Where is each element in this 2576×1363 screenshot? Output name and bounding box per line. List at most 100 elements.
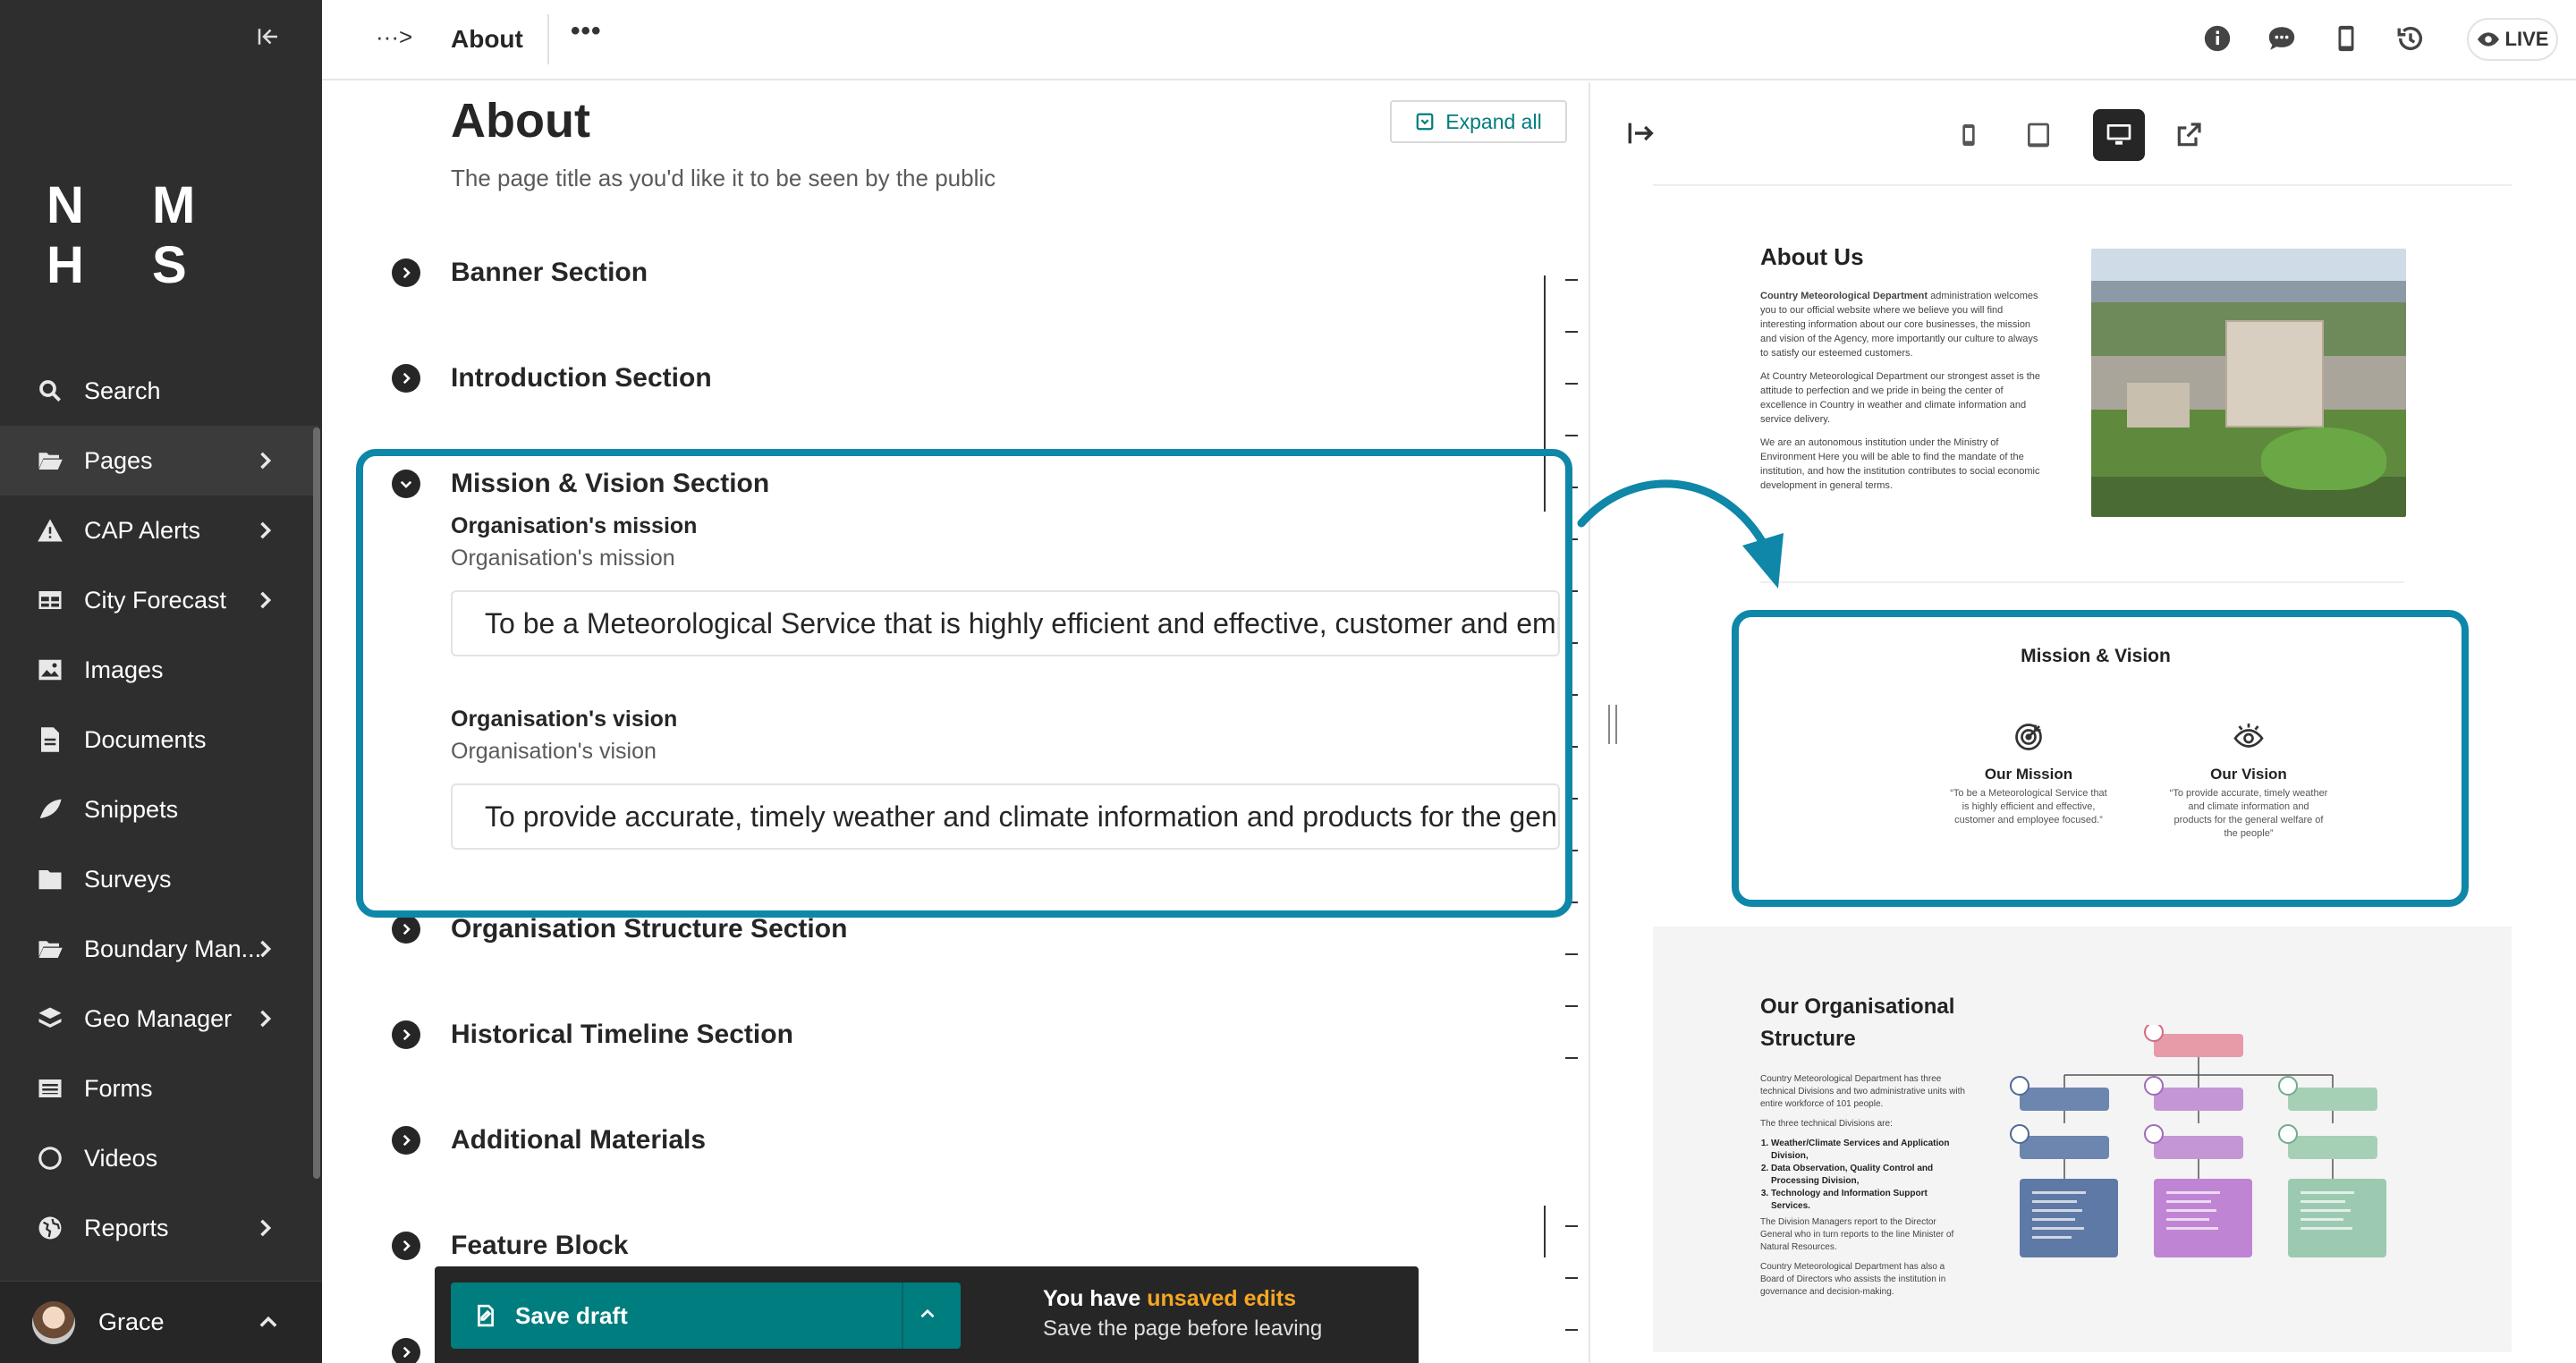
preview-org-block: Our Organisational Structure Country Met… [1653,927,2512,1352]
history-icon[interactable] [2395,23,2428,55]
sidebar-item-images[interactable]: Images [0,635,318,705]
folder-icon [36,865,64,893]
preview-mv-heading: Mission & Vision [2021,646,2171,666]
preview-divider [1760,581,2404,583]
section-mission-vision[interactable]: Mission & Vision Section [392,469,769,499]
tablet-size-icon[interactable] [2012,109,2064,161]
minimap-tick [1565,694,1578,696]
section-organisation-structure[interactable]: Organisation Structure Section [392,914,847,944]
account-menu[interactable]: Grace [0,1281,322,1363]
expand-section-icon[interactable] [392,915,420,944]
preview-about-p1: Country Meteorological Department admini… [1760,289,2046,360]
resize-handle[interactable] [1608,705,1617,744]
sidebar-item-videos[interactable]: Videos [0,1123,318,1193]
sidebar-item-label: Pages [84,446,153,474]
list-icon [36,1074,64,1103]
open-external-icon[interactable] [2163,109,2215,161]
target-icon [2012,721,2045,753]
sidebar-item-snippets[interactable]: Snippets [0,775,318,844]
sidebar-item-reports[interactable]: Reports [0,1193,318,1263]
more-actions-button[interactable]: ••• [571,16,602,47]
mobile-preview-icon[interactable] [2331,23,2363,55]
sidebar-item-surveys[interactable]: Surveys [0,844,318,914]
org-p3: The Division Managers report to the Dire… [1760,1217,1954,1252]
unsaved-prefix: You have [1043,1286,1148,1311]
eye-icon [2477,32,2499,47]
mission-field-label: Organisation's mission [451,513,698,538]
sidebar-item-geo-manager[interactable]: Geo Manager [0,984,318,1054]
expand-section-icon[interactable] [392,258,420,287]
unsaved-message: You have unsaved edits [1043,1286,1296,1312]
sidebar-item-label: Search [84,377,161,404]
page-title: About [451,94,590,148]
expand-section-icon[interactable] [392,1232,420,1260]
preview-about-p3: We are an autonomous institution under t… [1760,437,2040,491]
live-status-button[interactable]: LIVE [2467,18,2558,61]
expand-all-button[interactable]: Expand all [1390,100,1567,143]
sidebar-item-cap-alerts[interactable]: CAP Alerts [0,495,318,565]
section-title: Historical Timeline Section [451,1020,793,1049]
expand-section-icon[interactable] [392,364,420,393]
sidebar-item-label: Boundary Man... [84,935,262,962]
comments-icon[interactable] [2267,23,2299,55]
table-icon [36,586,64,614]
org-p4: Country Meteorological Department has al… [1760,1262,1946,1297]
preview-mission-vision-block: Mission & Vision Our Mission “To be a Me… [1742,605,2449,900]
expand-section-icon[interactable] [392,1020,420,1049]
sidebar: N M H S Search Pages CAP Alerts City For… [0,0,322,1363]
draft-icon [478,1304,494,1327]
image-icon [36,656,64,684]
chevron-right-icon [252,588,277,613]
collapse-sidebar-icon[interactable] [250,23,286,59]
sidebar-item-forms[interactable]: Forms [0,1054,318,1123]
desktop-size-icon[interactable] [2093,109,2145,161]
unsaved-subtext: Save the page before leaving [1043,1316,1323,1341]
minimap-tick [1565,798,1578,800]
section-banner[interactable]: Banner Section [392,258,648,288]
sidebar-item-label: Images [84,656,164,683]
circle-icon [36,1144,64,1173]
sidebar-item-pages[interactable]: Pages [0,426,318,495]
layers-icon [36,1004,64,1033]
org-division: Data Observation, Quality Control and Pr… [1771,1163,1968,1188]
sidebar-item-search[interactable]: Search [0,356,318,426]
sidebar-item-city-forecast[interactable]: City Forecast [0,565,318,635]
mission-input[interactable]: To be a Meteorological Service that is h… [451,590,1560,656]
sidebar-item-boundary-manager[interactable]: Boundary Man... [0,914,318,984]
preview-org-text: Country Meteorological Department has th… [1760,1073,1968,1306]
section-additional-materials[interactable]: Additional Materials [392,1125,706,1156]
info-icon[interactable] [2202,23,2234,55]
site-logo[interactable]: N M H S [47,175,322,295]
breadcrumb-toggle[interactable]: ···> [376,23,412,51]
minimap-tick [1565,1277,1578,1279]
sidebar-item-label: CAP Alerts [84,516,201,544]
minimap-tick [1565,1225,1578,1227]
chevron-right-icon [252,1006,277,1031]
section-title: Mission & Vision Section [451,469,770,498]
expand-section-icon[interactable] [392,1126,420,1155]
search-icon [36,377,64,405]
minimap-tick [1565,850,1578,851]
collapse-section-icon[interactable] [392,470,420,498]
minimap[interactable] [1538,190,1578,1352]
chevron-right-icon [252,518,277,543]
vision-input[interactable]: To provide accurate, timely weather and … [451,783,1560,850]
breadcrumb-current: About [451,25,523,53]
chevron-up-icon[interactable] [916,1302,943,1329]
mobile-size-icon[interactable] [1943,109,1995,161]
expand-section-icon[interactable] [392,1338,420,1363]
vision-title: Our Vision [2210,766,2287,783]
collapse-preview-icon[interactable] [1626,118,1662,154]
section-feature-block[interactable]: Feature Block [392,1231,628,1261]
minimap-tick [1565,279,1578,281]
section-historical-timeline[interactable]: Historical Timeline Section [392,1020,793,1050]
minimap-bar [1544,1206,1546,1257]
button-separator [902,1283,903,1349]
sidebar-scrollbar[interactable] [313,428,320,1179]
sidebar-item-documents[interactable]: Documents [0,705,318,775]
photo-building [2127,383,2190,428]
minimap-tick [1565,746,1578,748]
section-introduction[interactable]: Introduction Section [392,363,712,394]
org-division-list: Weather/Climate Services and Application… [1760,1138,1968,1213]
save-draft-button[interactable]: Save draft [451,1283,961,1349]
